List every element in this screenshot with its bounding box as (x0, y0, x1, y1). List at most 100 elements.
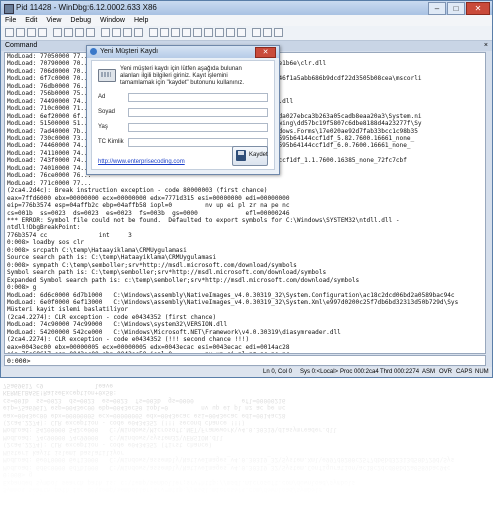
output-line: 0:008> loadby sos clr (7, 239, 85, 247)
field-label-ad: Ad (98, 94, 106, 100)
source-mode-icon[interactable] (252, 28, 261, 37)
field-row-soyad: Soyad (98, 108, 268, 118)
status-bar: Ln 0, Col 0 Sys 0:<Local> Proc 000:2ca4 … (1, 367, 492, 377)
step-over-icon[interactable] (112, 28, 121, 37)
menu-edit[interactable]: Edit (25, 15, 37, 26)
window-title: Pid 11428 - WinDbg:6.12.0002.633 X86 (16, 3, 157, 12)
menu-debug[interactable]: Debug (70, 15, 91, 26)
call-stack-icon[interactable] (215, 28, 224, 37)
output-line: ModLoad: 6d6c0000 6d7b1000 C:\Windows\as… (7, 291, 455, 299)
save-button-label: Kaydet (249, 152, 268, 158)
menu-bar: File Edit View Debug Window Help (1, 15, 492, 26)
output-line: 0:008> g (7, 284, 37, 292)
output-line: Expanded Symbol search path is: c:\temp\… (7, 276, 360, 284)
output-line: 776b3574 cc int 3 (7, 231, 132, 239)
status-asm: ASM (422, 369, 436, 375)
status-sys: Sys 0:<Local> (300, 369, 339, 375)
output-line: ntdll!DbgBreakPoint: (7, 224, 81, 232)
output-line: eax=7ffd6000 ebx=00000000 ecx=00000000 e… (7, 194, 290, 202)
dialog-info-text: Yeni müşteri kaydı için lütfen aşağıda b… (120, 66, 244, 86)
windbg-window: Pid 11428 - WinDbg:6.12.0002.633 X86 – □… (0, 0, 493, 378)
memory-icon[interactable] (204, 28, 213, 37)
title-bar: Pid 11428 - WinDbg:6.12.0002.633 X86 – □… (1, 1, 492, 15)
output-line: ModLoad: 6e0f0000 6ef13000 C:\Windows\as… (7, 298, 459, 306)
panel-close-icon[interactable]: × (484, 41, 488, 51)
maximize-button[interactable]: □ (447, 2, 465, 15)
output-line: ModLoad: 771c0000 77... (7, 179, 217, 187)
windbg-app-icon (4, 4, 14, 14)
yas-input[interactable] (128, 123, 268, 132)
save-button[interactable]: Kaydet (232, 146, 268, 166)
cut-icon[interactable] (16, 28, 25, 37)
status-thrd: Thrd 000:2274 (380, 369, 420, 375)
output-line: (2ca4.2274): CLR exception - code e04343… (7, 313, 217, 321)
font-icon[interactable] (263, 28, 272, 37)
command-input[interactable]: 0:000> (4, 355, 486, 366)
dialog-body: Yeni müşteri kaydı için lütfen aşağıda b… (91, 60, 275, 170)
website-link[interactable]: http://www.enterprisecoding.com (98, 159, 185, 165)
output-line: cs=001b ss=0023 ds=0023 es=0023 fs=003b … (7, 209, 290, 217)
output-line: (2ca4.2d4c): Break instruction exception… (7, 187, 268, 195)
output-line: (2ca4.2274): CLR exception - code e04343… (7, 336, 250, 344)
soyad-input[interactable] (128, 108, 268, 117)
break-icon[interactable] (86, 28, 95, 37)
menu-help[interactable]: Help (134, 15, 148, 26)
status-ln-col: Ln 0, Col 0 (263, 369, 293, 375)
ad-input[interactable] (128, 93, 268, 102)
menu-window[interactable]: Window (100, 15, 125, 26)
output-line: Symbol search path is: C:\temp\semboller… (7, 269, 327, 277)
status-proc: Proc 000:2ca4 (340, 369, 379, 375)
toolbar (1, 26, 492, 41)
command-window-icon[interactable] (160, 28, 169, 37)
close-button[interactable]: ✕ (466, 2, 490, 15)
window-reflection: Source search path is: C:\temp\Hataayikl… (0, 379, 493, 508)
dialog-app-icon (90, 48, 97, 55)
minimize-button[interactable]: – (428, 2, 446, 15)
field-label-yas: Yaş (98, 124, 108, 130)
output-line: ModLoad: 54200000 542ce000 C:\Windows\Mi… (7, 328, 341, 336)
field-label-soyad: Soyad (98, 109, 116, 115)
restart-icon[interactable] (64, 28, 73, 37)
status-num: NUM (475, 369, 489, 375)
registers-icon[interactable] (193, 28, 202, 37)
reflection-fade (0, 379, 493, 508)
dialog-title: Yeni Müşteri Kaydı (100, 48, 159, 55)
open-icon[interactable] (5, 28, 14, 37)
dialog-close-button[interactable]: ✕ (255, 47, 276, 58)
status-ovr: OVR (439, 369, 453, 375)
breakpoint-icon[interactable] (149, 28, 158, 37)
output-line: eip=75a69617 esp=0043ec00 ebp=0043ec50 i… (7, 351, 485, 353)
output-line: eax=0043ec00 ebx=00000005 ecx=00000005 e… (7, 343, 290, 351)
field-label-tc-kimlik: TC Kimlik (98, 139, 124, 145)
field-row-ad: Ad (98, 93, 268, 103)
run-to-cursor-icon[interactable] (134, 28, 143, 37)
output-line: eip=776b3574 esp=04affb2c ebp=04affb58 i… (7, 202, 290, 210)
menu-view[interactable]: View (46, 15, 61, 26)
new-customer-dialog: Yeni Müşteri Kaydı ✕ Yeni müşteri kaydı … (86, 45, 280, 175)
copy-icon[interactable] (27, 28, 36, 37)
status-caps: CAPS (456, 369, 473, 375)
window-controls: – □ ✕ (427, 2, 490, 15)
watch-icon[interactable] (171, 28, 180, 37)
locals-icon[interactable] (182, 28, 191, 37)
output-line: *** ERROR: Symbol file could not be foun… (7, 216, 400, 224)
dialog-title-bar: Yeni Müşteri Kaydı ✕ (87, 46, 279, 58)
output-line: ModLoad: 74c90000 74c99000 C:\Windows\sy… (7, 321, 228, 329)
field-row-yas: Yaş (98, 123, 268, 133)
stop-icon[interactable] (75, 28, 84, 37)
floppy-disk-icon (236, 150, 246, 161)
keyboard-icon (98, 69, 116, 82)
output-line: 0:008> srcpath C:\temp\Hataayiklama\CRMU… (7, 246, 187, 254)
disassembly-icon[interactable] (226, 28, 235, 37)
paste-icon[interactable] (38, 28, 47, 37)
output-line: 0:008> sympath C:\temp\semboller;srv*htt… (7, 261, 297, 269)
options-icon[interactable] (274, 28, 283, 37)
go-icon[interactable] (53, 28, 62, 37)
output-line: Müsteri kayit islemi baslatiliyor (7, 306, 129, 314)
scratch-pad-icon[interactable] (237, 28, 246, 37)
step-into-icon[interactable] (101, 28, 110, 37)
step-out-icon[interactable] (123, 28, 132, 37)
output-line: Source search path is: C:\temp\Hataayikl… (7, 254, 217, 262)
menu-file[interactable]: File (5, 15, 16, 26)
panel-title-text: Command (5, 42, 38, 49)
